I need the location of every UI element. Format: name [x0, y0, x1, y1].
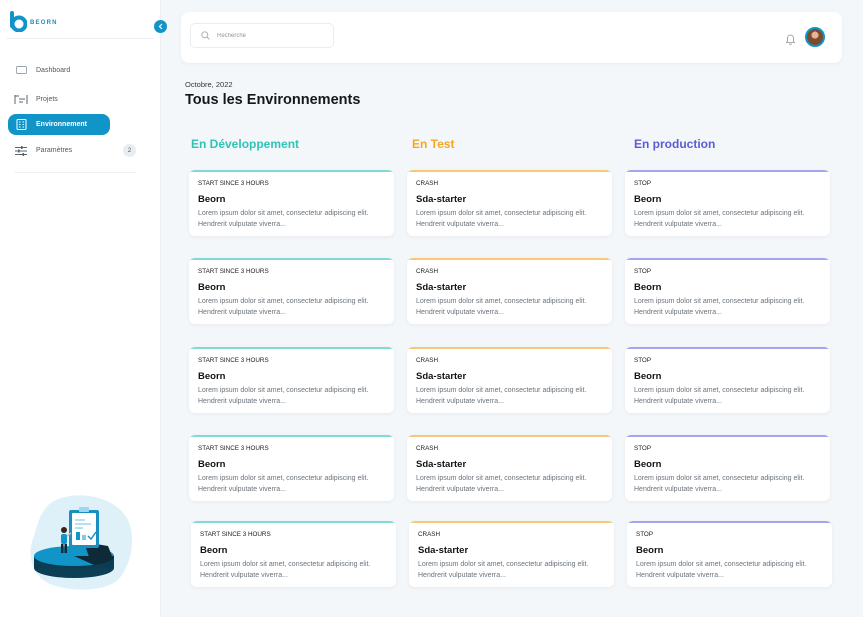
card-status: CRASH	[416, 357, 439, 364]
card-description: Lorem ipsum dolor sit amet, consectetur …	[200, 561, 371, 579]
card-description: Lorem ipsum dolor sit amet, consectetur …	[416, 298, 587, 316]
card-name: Sda-starter	[416, 459, 467, 470]
card-description: Lorem ipsum dolor sit amet, consectetur …	[198, 387, 369, 405]
environment-card[interactable]: CRASH Sda-starter Lorem ipsum dolor sit …	[407, 170, 612, 236]
environment-card[interactable]: CRASH Sda-starter Lorem ipsum dolor sit …	[407, 258, 612, 324]
sidebar-item-environnement[interactable]: Environnement	[8, 114, 110, 135]
divider	[6, 38, 154, 39]
card-description: Lorem ipsum dolor sit amet, consectetur …	[416, 387, 587, 405]
sidebar-item-dashboard[interactable]: Dashboard	[8, 60, 110, 81]
card-description: Lorem ipsum dolor sit amet, consectetur …	[198, 475, 369, 493]
monitor-icon	[14, 65, 28, 76]
card-status: START SINCE 3 HOURS	[198, 180, 269, 187]
environment-card[interactable]: CRASH Sda-starter Lorem ipsum dolor sit …	[409, 521, 614, 587]
card-status: CRASH	[416, 445, 439, 452]
card-description: Lorem ipsum dolor sit amet, consectetur …	[634, 475, 805, 493]
environment-card[interactable]: START SINCE 3 HOURS Beorn Lorem ipsum do…	[189, 170, 394, 236]
collapse-sidebar-button[interactable]	[154, 20, 167, 33]
card-name: Beorn	[198, 282, 226, 293]
card-name: Beorn	[634, 282, 662, 293]
card-description: Lorem ipsum dolor sit amet, consectetur …	[416, 475, 587, 493]
card-name: Sda-starter	[416, 194, 467, 205]
bell-icon[interactable]	[785, 32, 796, 50]
sliders-icon	[14, 145, 28, 156]
environment-card[interactable]: STOP Beorn Lorem ipsum dolor sit amet, c…	[627, 521, 832, 587]
card-status: CRASH	[418, 531, 441, 538]
card-status: STOP	[636, 531, 654, 538]
chevron-left-icon	[158, 23, 162, 30]
sidebar-item-label: Dashboard	[36, 67, 71, 74]
card-name: Beorn	[634, 459, 662, 470]
logo-text: BEORN	[30, 19, 58, 26]
card-name: Sda-starter	[416, 371, 467, 382]
notification-badge: 2	[123, 144, 136, 157]
environment-card[interactable]: START SINCE 3 HOURS Beorn Lorem ipsum do…	[191, 521, 396, 587]
card-description: Lorem ipsum dolor sit amet, consectetur …	[634, 210, 805, 228]
card-status: STOP	[634, 268, 652, 275]
environment-card[interactable]: CRASH Sda-starter Lorem ipsum dolor sit …	[407, 435, 612, 501]
sidebar-item-label: Projets	[36, 96, 58, 103]
sidebar-item-label: Paramètres	[36, 147, 73, 154]
search-input[interactable]	[217, 32, 317, 39]
card-name: Beorn	[636, 545, 664, 556]
card-status: START SINCE 3 HOURS	[198, 268, 269, 275]
column-title-developpement: En Développement	[191, 137, 300, 151]
card-name: Beorn	[198, 371, 226, 382]
environment-card[interactable]: STOP Beorn Lorem ipsum dolor sit amet, c…	[625, 347, 830, 413]
card-name: Sda-starter	[416, 282, 467, 293]
card-description: Lorem ipsum dolor sit amet, consectetur …	[636, 561, 807, 579]
card-status: CRASH	[416, 180, 439, 187]
card-description: Lorem ipsum dolor sit amet, consectetur …	[634, 387, 805, 405]
card-status: START SINCE 3 HOURS	[200, 531, 271, 538]
page-title: Tous les Environnements	[185, 92, 361, 108]
card-name: Sda-starter	[418, 545, 469, 556]
card-name: Beorn	[200, 545, 228, 556]
user-avatar[interactable]	[805, 27, 825, 47]
card-name: Beorn	[634, 371, 662, 382]
card-status: CRASH	[416, 268, 439, 275]
environment-card[interactable]: START SINCE 3 HOURS Beorn Lorem ipsum do…	[189, 347, 394, 413]
card-description: Lorem ipsum dolor sit amet, consectetur …	[418, 561, 589, 579]
divider	[14, 172, 136, 173]
card-description: Lorem ipsum dolor sit amet, consectetur …	[198, 298, 369, 316]
projects-icon	[14, 94, 28, 105]
sidebar-item-parametres[interactable]: Paramètres	[8, 140, 110, 161]
top-bar	[181, 12, 842, 63]
card-name: Beorn	[634, 194, 662, 205]
logo-icon	[10, 11, 27, 32]
dashboard-illustration	[30, 495, 133, 590]
environment-card[interactable]: STOP Beorn Lorem ipsum dolor sit amet, c…	[625, 170, 830, 236]
environment-card[interactable]: STOP Beorn Lorem ipsum dolor sit amet, c…	[625, 258, 830, 324]
environment-card[interactable]: STOP Beorn Lorem ipsum dolor sit amet, c…	[625, 435, 830, 501]
card-name: Beorn	[198, 459, 226, 470]
column-title-test: En Test	[412, 137, 455, 151]
card-status: STOP	[634, 445, 652, 452]
building-icon	[14, 119, 28, 130]
environment-card[interactable]: START SINCE 3 HOURS Beorn Lorem ipsum do…	[189, 258, 394, 324]
environment-card[interactable]: START SINCE 3 HOURS Beorn Lorem ipsum do…	[189, 435, 394, 501]
card-status: START SINCE 3 HOURS	[198, 445, 269, 452]
card-description: Lorem ipsum dolor sit amet, consectetur …	[198, 210, 369, 228]
card-status: STOP	[634, 180, 652, 187]
page-date: Octobre, 2022	[185, 80, 233, 89]
sidebar-item-projets[interactable]: Projets	[8, 89, 110, 110]
sidebar-item-label: Environnement	[36, 121, 87, 128]
card-name: Beorn	[198, 194, 226, 205]
card-description: Lorem ipsum dolor sit amet, consectetur …	[634, 298, 805, 316]
card-status: START SINCE 3 HOURS	[198, 357, 269, 364]
card-description: Lorem ipsum dolor sit amet, consectetur …	[416, 210, 587, 228]
sidebar: BEORN Dashboard Projets Environnement Pa…	[0, 0, 161, 617]
card-status: STOP	[634, 357, 652, 364]
search-box[interactable]	[190, 23, 334, 48]
column-title-production: En production	[634, 137, 716, 151]
search-icon	[201, 31, 210, 40]
app-logo[interactable]: BEORN	[9, 11, 58, 32]
environment-card[interactable]: CRASH Sda-starter Lorem ipsum dolor sit …	[407, 347, 612, 413]
